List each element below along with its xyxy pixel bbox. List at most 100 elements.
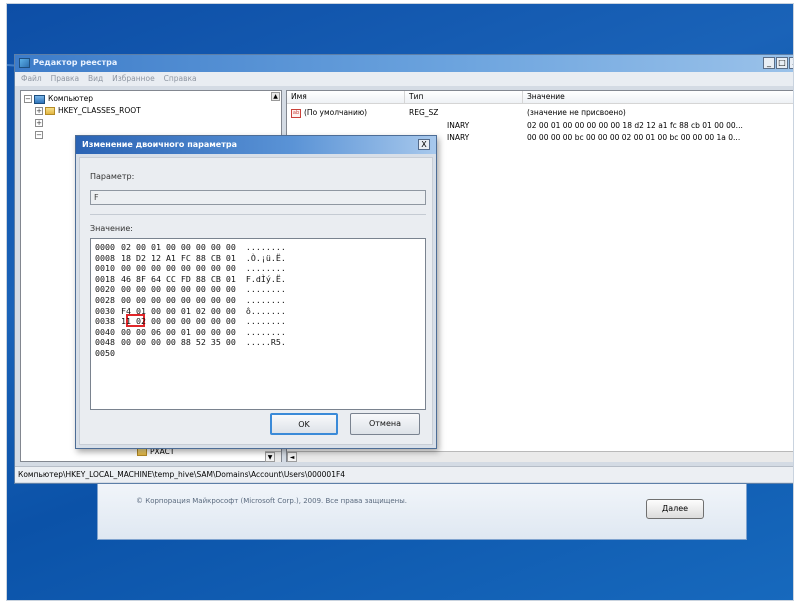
collapse-icon[interactable]: −	[24, 95, 32, 103]
window-title: Редактор реестра	[33, 58, 118, 67]
param-name-field: F	[90, 190, 426, 205]
copyright-text: © Корпорация Майкрософт (Microsoft Corp.…	[136, 497, 408, 505]
hex-row[interactable]: 0040 00 00 06 00 01 00 00 00........	[95, 327, 286, 337]
row-value: 00 00 00 00 bc 00 00 00 02 00 01 00 bc 0…	[527, 133, 741, 142]
maximize-button[interactable]: □	[776, 57, 788, 69]
ok-button[interactable]: OK	[270, 413, 338, 435]
tree-item-partial[interactable]: −	[35, 130, 45, 139]
column-header-type[interactable]: Тип	[405, 91, 523, 104]
hex-row[interactable]: 0050	[95, 348, 131, 358]
tree-item-computer[interactable]: − Компьютер	[24, 94, 93, 104]
expand-icon[interactable]: +	[35, 119, 43, 127]
folder-icon	[45, 107, 55, 115]
scroll-left-icon[interactable]: ◄	[287, 452, 297, 462]
edit-binary-value-dialog: Изменение двоичного параметра X Параметр…	[75, 135, 437, 449]
hex-ascii: ........	[245, 242, 286, 252]
registry-editor-icon	[19, 58, 30, 68]
hex-editor[interactable]: 0000 02 00 01 00 00 00 00 00........ 0008 1…	[90, 238, 426, 410]
close-button[interactable]: X	[789, 57, 793, 69]
menu-favorites[interactable]: Избранное	[112, 74, 155, 83]
list-horizontal-scrollbar[interactable]: ◄ ►	[287, 451, 794, 462]
tree-scrollbar[interactable]: ▼	[265, 451, 281, 462]
hex-offset: 0030	[95, 305, 115, 316]
hex-offset: 0040	[95, 326, 115, 337]
hex-row[interactable]: 0018 46 8F 64 CC FD 88 CB 01 F.dÌý.Ë.	[95, 274, 286, 284]
expand-icon[interactable]: +	[35, 107, 43, 115]
hex-row[interactable]: 0020 00 00 00 00 00 00 00 00........	[95, 284, 286, 294]
hex-bytes[interactable]: 46 8F 64 CC FD 88 CB 01	[121, 274, 236, 284]
row-type: INARY	[447, 121, 470, 130]
minimize-button[interactable]: _	[763, 57, 775, 69]
hex-bytes[interactable]: 02 00 01 00 00 00 00 00	[121, 242, 236, 252]
tree-item-partial[interactable]: +	[35, 118, 45, 127]
menu-bar: Файл Правка Вид Избранное Справка	[15, 72, 793, 86]
collapse-icon[interactable]: −	[35, 131, 43, 139]
hex-offset: 0038	[95, 316, 115, 327]
hex-ascii: .Ò.¡ü.Ë.	[245, 252, 286, 263]
hex-offset: 0048	[95, 337, 115, 348]
row-value: 02 00 01 00 00 00 00 00 18 d2 12 a1 fc 8…	[527, 121, 743, 130]
folder-icon	[137, 448, 147, 456]
tree-item-label: HKEY_CLASSES_ROOT	[58, 106, 141, 115]
dialog-title: Изменение двоичного параметра	[82, 140, 237, 149]
hex-ascii: ........	[245, 263, 286, 274]
scroll-down-icon[interactable]: ▼	[265, 452, 275, 462]
hex-row[interactable]: 0048 00 00 00 00 88 52 35 00 .....R5.	[95, 337, 286, 347]
menu-edit[interactable]: Правка	[51, 74, 80, 83]
hex-row[interactable]: 0038 11 02 00 00 00 00 00 00........	[95, 316, 286, 326]
menu-help[interactable]: Справка	[164, 74, 197, 83]
hex-offset: 0028	[95, 295, 115, 305]
dialog-title-bar[interactable]: Изменение двоичного параметра X	[76, 136, 436, 154]
param-label: Параметр:	[90, 172, 135, 181]
hex-bytes[interactable]: 18 D2 12 A1 FC 88 CB 01	[121, 253, 236, 263]
cancel-button[interactable]: Отмена	[350, 413, 420, 435]
scroll-up-icon[interactable]: ▲	[271, 92, 280, 101]
desktop-background: © Корпорация Майкрософт (Microsoft Corp.…	[6, 3, 794, 601]
hex-ascii: ........	[245, 316, 286, 327]
value-label: Значение:	[90, 224, 133, 233]
hex-ascii: ........	[245, 284, 286, 295]
hex-bytes[interactable]: 00 00 00 00 88 52 35 00	[121, 337, 236, 347]
hex-row[interactable]: 0000 02 00 01 00 00 00 00 00........	[95, 242, 286, 252]
row-value: (значение не присвоено)	[527, 108, 626, 117]
hex-offset: 0010	[95, 263, 115, 274]
hex-row[interactable]: 0028 00 00 00 00 00 00 00 00........	[95, 295, 286, 305]
dialog-body: Параметр: F Значение: 0000 02 00 01 00 00…	[79, 157, 433, 445]
title-bar[interactable]: Редактор реестра _ □ X	[15, 55, 793, 72]
hex-bytes[interactable]: 00 00 00 00 00 00 00 00	[121, 263, 236, 273]
hex-ascii: ô.......	[245, 305, 286, 316]
string-value-icon: ab	[291, 108, 301, 118]
hex-bytes[interactable]: 11 02 00 00 00 00 00 00	[121, 316, 236, 326]
column-header-name[interactable]: Имя	[287, 91, 405, 104]
hex-ascii: ........	[245, 326, 286, 337]
menu-view[interactable]: Вид	[88, 74, 103, 83]
tree-item-hkey-classes-root[interactable]: + HKEY_CLASSES_ROOT	[35, 106, 141, 115]
hex-offset: 0050	[95, 348, 115, 358]
scroll-right-icon[interactable]: ►	[793, 452, 794, 462]
status-bar-path: Компьютер\HKEY_LOCAL_MACHINE\temp_hive\S…	[15, 466, 793, 482]
window-controls: _ □ X	[763, 57, 793, 69]
hex-bytes[interactable]: 00 00 06 00 01 00 00 00	[121, 327, 236, 337]
row-name: (По умолчанию)	[304, 108, 368, 117]
next-button[interactable]: Далее	[646, 499, 704, 519]
divider	[90, 214, 426, 215]
value-row-name[interactable]: ab (По умолчанию)	[291, 108, 367, 118]
hex-ascii: .....R5.	[245, 337, 286, 348]
menu-file[interactable]: Файл	[21, 74, 42, 83]
hex-row[interactable]: 0008 18 D2 12 A1 FC 88 CB 01 .Ò.¡ü.Ë.	[95, 253, 286, 263]
tree-item-label: Компьютер	[48, 94, 93, 103]
hex-row[interactable]: 0010 00 00 00 00 00 00 00 00........	[95, 263, 286, 273]
hex-row[interactable]: 0030 F4 01 00 00 01 02 00 00 ô.......	[95, 306, 286, 316]
hex-offset: 0008	[95, 252, 115, 263]
hex-bytes[interactable]: 00 00 00 00 00 00 00 00	[121, 284, 236, 294]
hex-offset: 0018	[95, 273, 115, 284]
computer-icon	[34, 94, 45, 104]
hex-ascii: ........	[245, 295, 286, 305]
hex-bytes[interactable]: F4 01 00 00 01 02 00 00	[121, 306, 236, 316]
hex-bytes[interactable]: 00 00 00 00 00 00 00 00	[121, 295, 236, 305]
hex-offset: 0020	[95, 284, 115, 295]
hex-ascii: F.dÌý.Ë.	[245, 273, 286, 284]
column-header-value[interactable]: Значение	[523, 91, 793, 104]
dialog-close-button[interactable]: X	[418, 139, 430, 150]
hex-offset: 0000	[95, 242, 115, 252]
